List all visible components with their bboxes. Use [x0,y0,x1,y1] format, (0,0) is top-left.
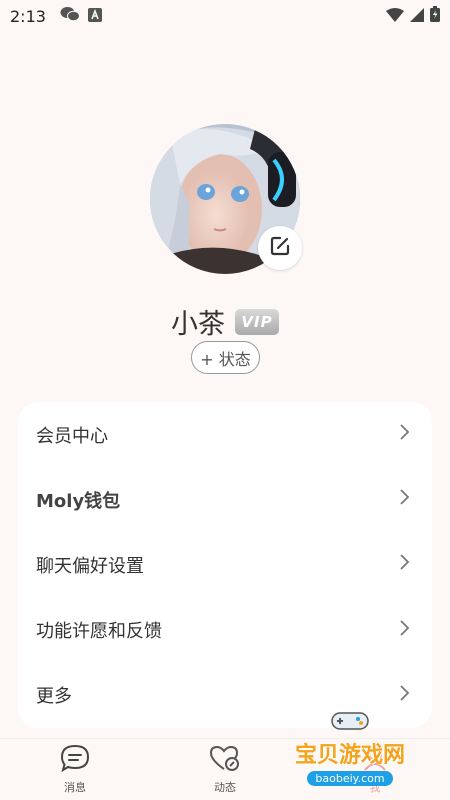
tab-label: 消息 [64,781,86,794]
name-row: 小茶 VIP [0,302,450,341]
edit-profile-button[interactable] [258,226,302,270]
watermark-text: 宝贝游戏网 [294,743,405,768]
status-time: 2:13 [10,6,46,26]
watermark-url: baobeiy.com [307,771,393,786]
menu-item-label: 更多 [36,686,72,708]
menu-card: 会员中心 Moly钱包 聊天偏好设置 功能许愿和反馈 更多 [18,402,432,728]
menu-item-label: 功能许愿和反馈 [36,621,162,643]
chevron-right-icon [398,618,412,643]
battery-icon [430,6,440,26]
tab-moments[interactable]: 动态 [150,739,300,800]
tab-messages[interactable]: 消息 [0,739,150,800]
profile-name: 小茶 [171,309,225,340]
menu-item-label: 会员中心 [36,425,108,447]
heart-icon [209,744,241,775]
watermark-logo: 宝贝游戏网 baobeiy.com [280,706,420,786]
tab-label: 动态 [214,781,236,794]
signal-icon [410,7,424,26]
menu-item-membership[interactable]: 会员中心 [18,402,432,467]
menu-item-label: 聊天偏好设置 [36,555,144,577]
edit-icon [269,235,291,261]
menu-item-wallet[interactable]: Moly钱包 [18,467,432,532]
wechat-icon [60,6,80,26]
notification-a-icon [87,7,102,26]
menu-item-chat-preferences[interactable]: 聊天偏好设置 [18,532,432,597]
status-bar: 2:13 [0,0,450,32]
chevron-right-icon [398,487,412,512]
gamepad-icon [328,709,372,737]
add-status-button[interactable]: + 状态 [191,341,260,374]
wifi-icon [386,7,404,26]
avatar-container [150,124,302,274]
chat-icon [60,744,90,775]
vip-badge[interactable]: VIP [235,308,279,335]
chevron-right-icon [398,683,412,708]
menu-item-label: Moly钱包 [36,490,121,512]
chevron-right-icon [398,422,412,447]
chevron-right-icon [398,552,412,577]
menu-item-feedback[interactable]: 功能许愿和反馈 [18,598,432,663]
